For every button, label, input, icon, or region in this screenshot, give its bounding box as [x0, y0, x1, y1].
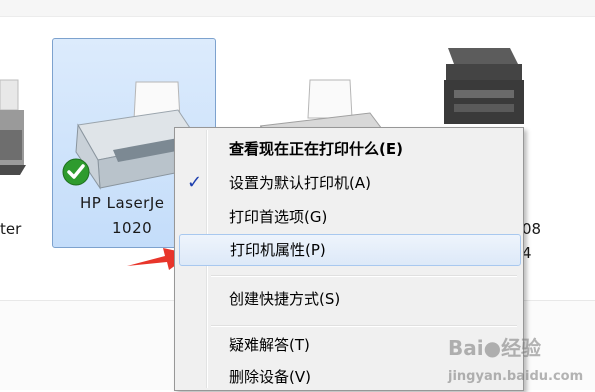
menu-item-label: 查看现在正在打印什么(E): [229, 140, 403, 158]
device-right-label: 08: [522, 220, 542, 238]
watermark-suffix: 经验: [501, 336, 542, 360]
menu-separator: [211, 325, 517, 327]
menu-item-create-shortcut[interactable]: 创建快捷方式(S): [177, 284, 521, 314]
menu-separator: [211, 275, 517, 277]
menu-item-printing-preferences[interactable]: 打印首选项(G): [177, 202, 521, 232]
menu-item-label: 打印首选项(G): [229, 208, 328, 226]
printer-icon: [0, 79, 26, 175]
menu-item-set-default[interactable]: ✓ 设置为默认打印机(A): [177, 168, 521, 198]
watermark-url: jingyan.baidu.com: [448, 369, 584, 384]
device-multifunction-right[interactable]: [440, 44, 530, 134]
top-band: [0, 0, 595, 17]
menu-item-label: 创建快捷方式(S): [229, 290, 341, 308]
baidu-watermark: Bai●经验 jingyan.baidu.com: [448, 332, 583, 385]
multifunction-printer-icon: [444, 48, 524, 124]
device-left-label: ter: [0, 220, 22, 238]
device-model: 1020: [112, 219, 153, 237]
device-name: HP LaserJe: [80, 194, 165, 212]
paw-icon: ●: [483, 336, 502, 360]
watermark-text: Bai: [448, 336, 484, 360]
default-check-icon: [62, 158, 90, 186]
menu-item-label: 删除设备(V): [229, 368, 311, 386]
device-left-partial[interactable]: [0, 70, 30, 210]
check-icon: ✓: [187, 172, 203, 193]
menu-item-label: 设置为默认打印机(A): [229, 174, 371, 192]
menu-item-label: 打印机属性(P): [230, 241, 326, 259]
menu-item-label: 疑难解答(T): [229, 336, 310, 354]
menu-item-see-printing[interactable]: 查看现在正在打印什么(E): [177, 134, 521, 164]
menu-item-printer-properties[interactable]: 打印机属性(P): [179, 234, 521, 266]
